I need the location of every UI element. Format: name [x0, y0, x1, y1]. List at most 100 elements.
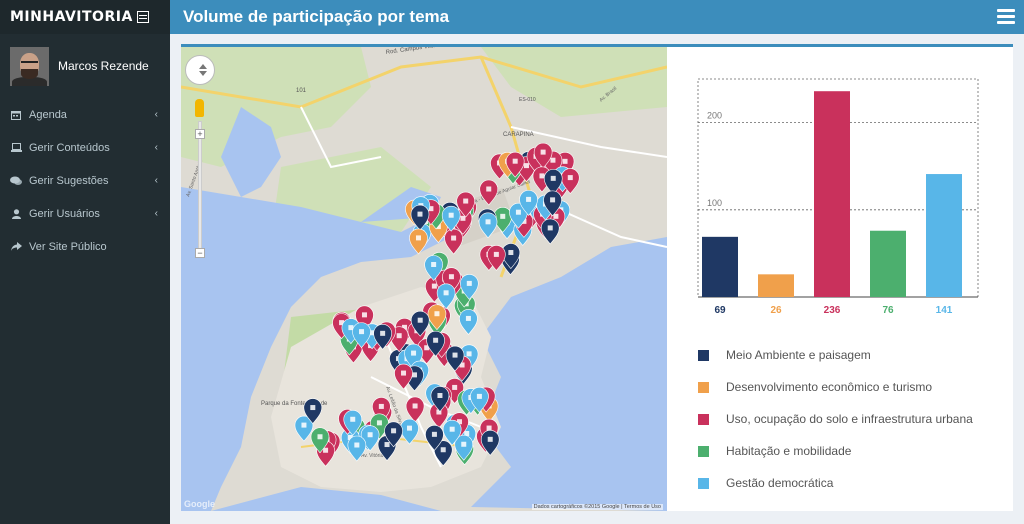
- map-label: ES-010: [519, 97, 536, 103]
- zoom-out-button[interactable]: −: [195, 248, 205, 258]
- sidebar-item-label: Ver Site Público: [29, 240, 107, 253]
- map-pin-icon: [448, 212, 454, 218]
- sidebar-item-label: Gerir Sugestões: [29, 174, 109, 187]
- map-pin-icon: [547, 225, 553, 231]
- map-pin-icon: [486, 425, 492, 431]
- legend-swatch: [698, 381, 709, 393]
- sidebar-item-gerir-usuarios[interactable]: Gerir Usuários ‹: [0, 197, 170, 230]
- map-pin-icon: [487, 436, 493, 442]
- map-pin-icon: [396, 333, 402, 339]
- map-pin-icon: [431, 431, 437, 437]
- bar[interactable]: [814, 91, 850, 297]
- map-pin-icon: [350, 416, 356, 422]
- legend-item[interactable]: Desenvolvimento econômico e turismo: [698, 371, 973, 403]
- map-pin-icon: [449, 426, 455, 432]
- map-pin-icon: [463, 198, 469, 204]
- sidebar-item-label: Agenda: [29, 108, 67, 121]
- map-pin-icon: [431, 283, 437, 289]
- map-pin-icon: [515, 209, 521, 215]
- map-pin-icon: [376, 420, 382, 426]
- map-pin-icon: [301, 422, 307, 428]
- map-pin-icon: [451, 235, 457, 241]
- bar[interactable]: [926, 174, 962, 297]
- map-pin-icon: [493, 251, 499, 257]
- map-pin-icon: [417, 317, 423, 323]
- map-canvas[interactable]: Rod. Campus Vitória Aeroporto de Vitória…: [181, 47, 667, 511]
- map-pin-icon: [567, 175, 573, 181]
- street-view-icon[interactable]: [195, 99, 204, 117]
- laptop-icon: [10, 143, 22, 153]
- zoom-slider[interactable]: [198, 121, 202, 253]
- map-pin-icon: [500, 213, 506, 219]
- chevron-left-icon: ‹: [154, 208, 158, 219]
- map-pin-icon: [562, 158, 568, 164]
- map-pin-icon: [437, 393, 443, 399]
- bar[interactable]: [758, 274, 794, 297]
- legend-item[interactable]: Habitação e mobilidade: [698, 435, 973, 467]
- legend-label: Gestão democrática: [726, 476, 834, 490]
- legend-label: Desenvolvimento econômico e turismo: [726, 380, 933, 394]
- logo[interactable]: MINHAVITORIA: [0, 0, 170, 34]
- map-label: Av. Vitória: [361, 453, 383, 459]
- sidebar-item-label: Gerir Usuários: [29, 207, 100, 220]
- sidebar-item-agenda[interactable]: Agenda ‹: [0, 98, 170, 131]
- chevron-left-icon: ‹: [154, 109, 158, 120]
- map-pin-icon: [411, 350, 417, 356]
- legend-item[interactable]: Gestão democrática: [698, 467, 973, 499]
- map-pin-icon: [412, 403, 418, 409]
- chevron-left-icon: ‹: [154, 175, 158, 186]
- bar[interactable]: [702, 236, 738, 297]
- chart-legend: Meio Ambiente e paisagem Desenvolvimento …: [698, 339, 973, 499]
- sidebar-menu: Agenda ‹ Gerir Conteúdos ‹ Gerir Sugestõ…: [0, 98, 170, 263]
- google-logo: Google: [184, 499, 215, 509]
- logo-text: MINHAVITORIA: [10, 9, 133, 25]
- map-pin-icon: [317, 434, 323, 440]
- map-pin-icon: [448, 274, 454, 280]
- zoom-in-button[interactable]: +: [195, 129, 205, 139]
- comments-icon: [10, 176, 22, 186]
- map-pin-icon: [540, 149, 546, 155]
- map-pin-icon: [526, 196, 532, 202]
- map-attribution[interactable]: Dados cartográficos ©2015 Google | Termo…: [531, 504, 663, 510]
- map-pin-icon: [434, 311, 440, 317]
- legend-swatch: [698, 445, 709, 457]
- map-pin-icon: [452, 384, 458, 390]
- bar[interactable]: [870, 230, 906, 297]
- y-tick-label: 100: [707, 198, 722, 208]
- user-name: Marcos Rezende: [58, 59, 149, 73]
- map-pin-icon: [460, 215, 466, 221]
- map-pin-icon: [466, 280, 472, 286]
- y-tick-label: 200: [707, 111, 722, 121]
- sidebar-item-gerir-sugestoes[interactable]: Gerir Sugestões ‹: [0, 164, 170, 197]
- share-icon: [10, 242, 22, 252]
- map-pin-icon: [433, 337, 439, 343]
- map-pin-icon: [466, 351, 472, 357]
- user-panel: Marcos Rezende: [0, 34, 170, 98]
- chevron-left-icon: ‹: [154, 142, 158, 153]
- map-pin-icon: [550, 197, 556, 203]
- map-pin-icon: [440, 447, 446, 453]
- hamburger-icon[interactable]: [997, 9, 1015, 24]
- map[interactable]: Rod. Campus Vitória Aeroporto de Vitória…: [181, 47, 667, 511]
- legend-swatch: [698, 413, 709, 425]
- sidebar-item-gerir-conteudos[interactable]: Gerir Conteúdos ‹: [0, 131, 170, 164]
- map-pin-icon: [380, 330, 386, 336]
- map-pin-icon: [539, 173, 545, 179]
- map-pin-icon: [443, 290, 449, 296]
- legend-item[interactable]: Uso, ocupação do solo e infraestrutura u…: [698, 403, 973, 435]
- map-pin-icon: [486, 186, 492, 192]
- legend-item[interactable]: Meio Ambiente e paisagem: [698, 339, 973, 371]
- pan-control[interactable]: [185, 55, 215, 85]
- map-pin-icon: [378, 403, 384, 409]
- sidebar-item-ver-site-publico[interactable]: Ver Site Público: [0, 230, 170, 263]
- sidebar: MINHAVITORIA Marcos Rezende Agenda ‹ Ger…: [0, 0, 170, 524]
- legend-label: Meio Ambiente e paisagem: [726, 348, 871, 362]
- legend-label: Habitação e mobilidade: [726, 444, 852, 458]
- map-pin-icon: [550, 157, 556, 163]
- calendar-icon: [10, 110, 22, 120]
- avatar: [10, 46, 49, 86]
- map-pin-icon: [550, 175, 556, 181]
- map-pin-icon: [361, 312, 367, 318]
- top-header: Volume de participação por tema: [170, 0, 1024, 34]
- user-icon: [10, 208, 22, 219]
